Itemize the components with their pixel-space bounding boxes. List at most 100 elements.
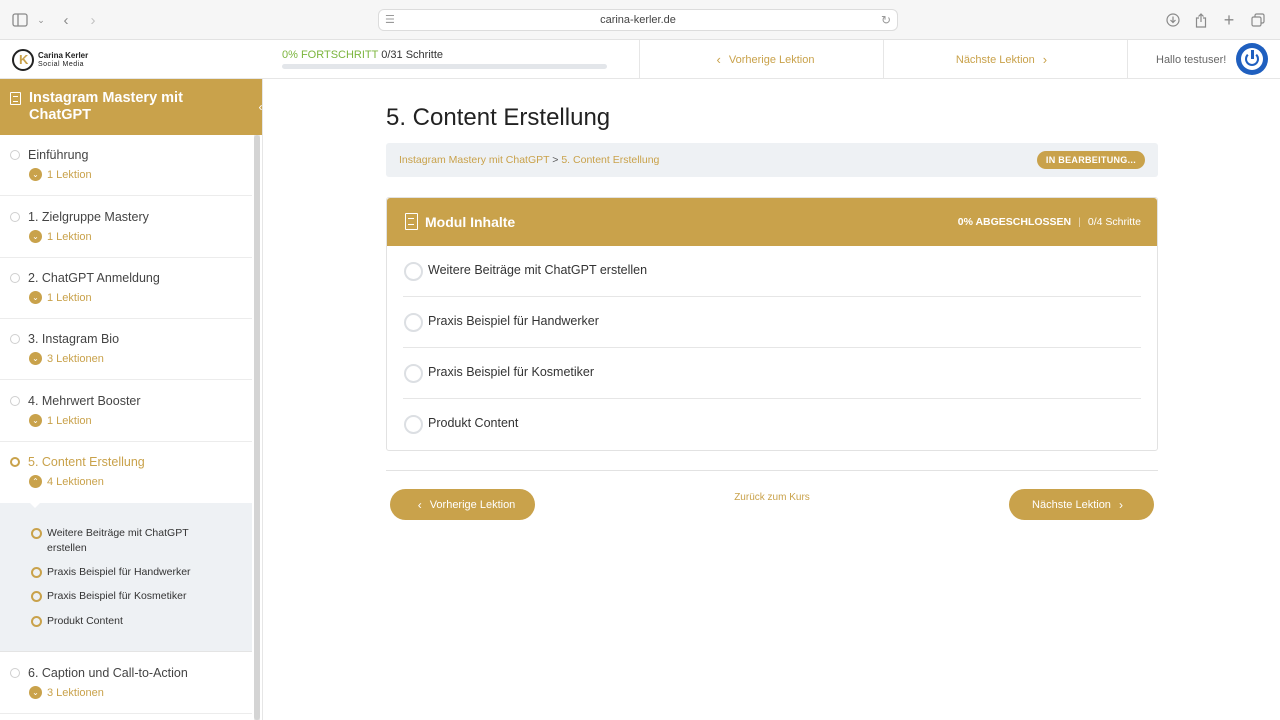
status-badge: IN BEARBEITUNG...	[1036, 151, 1145, 169]
back-to-course-link[interactable]: Zurück zum Kurs	[712, 492, 832, 503]
module-lesson-label: Weitere Beiträge mit ChatGPT erstellen	[428, 263, 648, 277]
section-status-icon	[10, 150, 20, 160]
course-sidebar: Instagram Mastery mit ChatGPT ‹ Einführu…	[0, 79, 263, 720]
module-lesson-row[interactable]: Produkt Content	[403, 399, 1141, 450]
lesson-label: Praxis Beispiel für Handwerker	[47, 566, 191, 578]
sidebar-toggle-icon[interactable]	[10, 10, 30, 30]
prev-lesson-button[interactable]: ‹ Vorherige Lektion	[390, 489, 535, 520]
lesson-count-text: 3 Lektionen	[47, 352, 104, 365]
breadcrumb-course-link[interactable]: Instagram Mastery mit ChatGPT	[399, 154, 549, 166]
user-menu[interactable]: Hallo testuser!	[1127, 40, 1280, 79]
sidebar-section[interactable]: 3. Instagram Bio ⌄ 3 Lektionen	[0, 319, 252, 380]
section-lesson-count[interactable]: ⌄ 3 Lektionen	[29, 686, 104, 699]
lesson-status-icon	[404, 313, 423, 332]
module-lesson-row[interactable]: Praxis Beispiel für Handwerker	[403, 297, 1141, 348]
course-title-text: Instagram Mastery mit ChatGPT	[29, 90, 183, 123]
chevron-right-icon: ›	[1042, 52, 1048, 67]
page-settings-icon[interactable]: ☰	[385, 10, 395, 30]
document-icon	[10, 92, 21, 105]
section-status-icon	[10, 668, 20, 678]
lesson-status-icon	[31, 591, 42, 602]
course-progress: 0% FORTSCHRITT 0/31 Schritte	[282, 49, 612, 69]
reload-icon[interactable]: ↻	[881, 10, 891, 30]
next-lesson-button[interactable]: Nächste Lektion ›	[1009, 489, 1154, 520]
module-title: Modul Inhalte	[425, 214, 516, 230]
module-status: 0% ABGESCHLOSSEN | 0/4 Schritte	[957, 216, 1141, 228]
section-title: 3. Instagram Bio	[28, 332, 120, 346]
address-bar[interactable]: ☰ carina-kerler.de ↻	[378, 9, 898, 31]
module-completed: 0% ABGESCHLOSSEN	[957, 216, 1072, 228]
section-lesson-count[interactable]: ⌄ 1 Lektion	[29, 291, 92, 304]
new-tab-icon[interactable]: +	[1219, 10, 1239, 30]
module-lesson-row[interactable]: Praxis Beispiel für Kosmetiker	[403, 348, 1141, 399]
section-lesson-count[interactable]: ⌄ 1 Lektion	[29, 230, 92, 243]
back-icon[interactable]: ‹	[56, 10, 76, 30]
lesson-count-text: 1 Lektion	[47, 168, 92, 181]
module-steps: 0/4 Schritte	[1087, 216, 1141, 228]
module-lesson-label: Produkt Content	[428, 416, 519, 430]
sidebar-course-title[interactable]: Instagram Mastery mit ChatGPT	[0, 79, 262, 135]
chevron-down-icon: ⌄	[29, 414, 42, 427]
sidebar-section[interactable]: 2. ChatGPT Anmeldung ⌄ 1 Lektion	[0, 258, 252, 319]
section-lesson-count[interactable]: ⌄ 1 Lektion	[29, 414, 92, 427]
avatar[interactable]	[1236, 43, 1268, 75]
section-title: 5. Content Erstellung	[28, 455, 145, 469]
next-lesson-label: Nächste Lektion	[1032, 498, 1111, 511]
module-header: Modul Inhalte 0% ABGESCHLOSSEN | 0/4 Schri…	[387, 198, 1157, 246]
brand-logo[interactable]: Carina Kerler Social Media	[12, 46, 122, 74]
section-title: 4. Mehrwert Booster	[28, 394, 141, 408]
sidebar-lesson-item[interactable]: Weitere Beiträge mit ChatGPT erstellen	[31, 526, 231, 556]
breadcrumb-current-link[interactable]: 5. Content Erstellung	[561, 154, 659, 166]
logo-subtitle: Social Media	[38, 61, 85, 68]
section-status-icon	[10, 396, 20, 406]
section-lesson-count[interactable]: ⌃ 4 Lektionen	[29, 475, 104, 488]
section-status-icon	[10, 273, 20, 283]
section-lesson-count[interactable]: ⌄ 1 Lektion	[29, 168, 92, 181]
sidebar-collapse-button[interactable]: ‹	[252, 97, 262, 117]
lesson-status-icon	[404, 364, 423, 383]
chevron-down-icon: ⌄	[29, 168, 42, 181]
page-title: 5. Content Erstellung	[386, 104, 611, 131]
sidebar-lesson-item[interactable]: Praxis Beispiel für Kosmetiker	[31, 589, 231, 604]
section-lesson-count[interactable]: ⌄ 3 Lektionen	[29, 352, 104, 365]
chevron-left-icon: ‹	[716, 52, 721, 67]
section-title: 1. Zielgruppe Mastery	[28, 210, 149, 224]
browser-toolbar: ⌄ ‹ › ☰ carina-kerler.de ↻ +	[0, 0, 1280, 40]
scrollbar-thumb[interactable]	[254, 135, 260, 720]
sidebar-scrollbar[interactable]	[254, 135, 260, 720]
sidebar-section-active[interactable]: 5. Content Erstellung ⌃ 4 Lektionen	[0, 442, 252, 503]
chevron-down-icon[interactable]: ⌄	[31, 10, 51, 30]
header-next-lesson[interactable]: Nächste Lektion ›	[883, 40, 1127, 79]
breadcrumb: Instagram Mastery mit ChatGPT > 5. Conte…	[386, 143, 1158, 177]
header-prev-lesson[interactable]: ‹ Vorherige Lektion	[639, 40, 883, 79]
lesson-label: Weitere Beiträge mit ChatGPT erstellen	[47, 527, 189, 554]
sidebar-lesson-item[interactable]: Produkt Content	[31, 614, 231, 629]
sidebar-section[interactable]: 4. Mehrwert Booster ⌄ 1 Lektion	[0, 381, 252, 442]
prev-lesson-label: Vorherige Lektion	[429, 498, 516, 511]
sidebar-section[interactable]: 6. Caption und Call-to-Action ⌄ 3 Lektion…	[0, 653, 252, 714]
module-lesson-label: Praxis Beispiel für Handwerker	[428, 314, 599, 328]
module-lesson-row[interactable]: Weitere Beiträge mit ChatGPT erstellen	[403, 246, 1141, 297]
section-status-icon	[10, 334, 20, 344]
lesson-label: Praxis Beispiel für Kosmetiker	[47, 590, 187, 602]
breadcrumb-separator: >	[552, 154, 559, 166]
share-icon[interactable]	[1191, 10, 1211, 30]
sidebar-section[interactable]: Einführung ⌄ 1 Lektion	[0, 135, 252, 196]
sidebar-section[interactable]: 1. Zielgruppe Mastery ⌄ 1 Lektion	[0, 197, 252, 258]
lesson-status-icon	[31, 616, 42, 627]
progress-steps: 0/31 Schritte	[381, 49, 443, 61]
progress-percent: 0% FORTSCHRITT	[282, 49, 379, 61]
lesson-count-text: 4 Lektionen	[47, 475, 104, 488]
lesson-status-icon	[31, 567, 42, 578]
section-title: 6. Caption und Call-to-Action	[28, 666, 188, 680]
lesson-count-text: 1 Lektion	[47, 230, 92, 243]
logo-name: Carina Kerler	[38, 51, 89, 60]
section-status-icon	[10, 212, 20, 222]
lesson-status-icon	[31, 528, 42, 539]
forward-icon[interactable]: ›	[83, 10, 103, 30]
tab-overview-icon[interactable]	[1248, 10, 1268, 30]
sidebar-lesson-item[interactable]: Praxis Beispiel für Handwerker	[31, 565, 231, 580]
module-contents: Modul Inhalte 0% ABGESCHLOSSEN | 0/4 Schri…	[386, 197, 1158, 451]
download-icon[interactable]	[1163, 10, 1183, 30]
url-text: carina-kerler.de	[600, 14, 676, 26]
